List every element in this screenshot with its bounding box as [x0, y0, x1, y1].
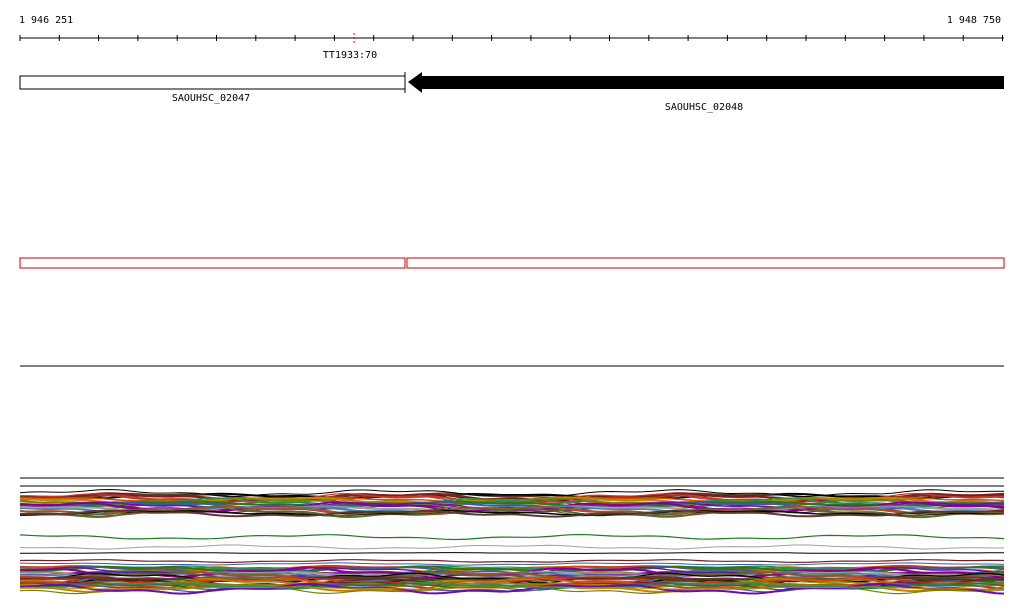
profile-line: [20, 552, 1005, 554]
gene-SAOUHSC_02047[interactable]: [19, 75, 406, 90]
feature-box-track: [19, 257, 1005, 269]
feature-box-left[interactable]: [19, 257, 406, 269]
axis-end-coordinate: 1 948 750: [947, 15, 1001, 26]
coordinate-axis: 1 946 251 1 948 750: [19, 15, 1004, 41]
profile-lines: [19, 488, 1005, 595]
profile-line: [19, 533, 1005, 541]
terminator-feature[interactable]: TT1933:70: [323, 33, 377, 61]
profile-line: [19, 544, 1005, 550]
expression-profile-track: [19, 477, 1005, 595]
profile-line: [19, 559, 1005, 564]
feature-box-right[interactable]: [406, 257, 1005, 269]
profile-line: [19, 562, 1005, 566]
gene-SAOUHSC_02048[interactable]: [408, 72, 1004, 93]
axis-start-coordinate: 1 946 251: [19, 15, 73, 26]
gene-label-SAOUHSC_02048[interactable]: SAOUHSC_02048: [665, 102, 743, 113]
gene-label-SAOUHSC_02047[interactable]: SAOUHSC_02047: [172, 93, 250, 104]
genome-browser-view: 1 946 251 1 948 750 TT1933:70 SAOUHSC_02…: [19, 15, 1005, 595]
gene-track: SAOUHSC_02047 SAOUHSC_02048: [19, 72, 1004, 113]
terminator-label[interactable]: TT1933:70: [323, 50, 377, 61]
